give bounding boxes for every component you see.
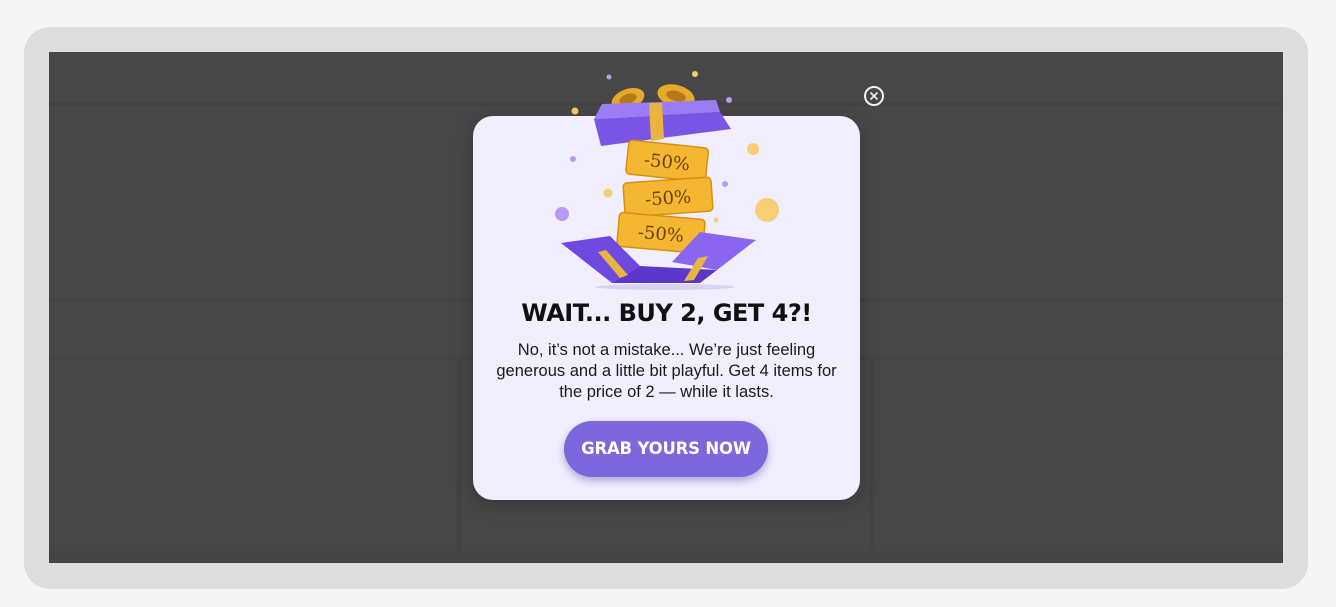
gift-box-illustration: -50% -50% -50% <box>555 71 779 290</box>
confetti-dot <box>755 198 779 222</box>
gift-ribbon <box>649 103 664 141</box>
grab-yours-now-button[interactable]: GRAB YOURS NOW <box>564 421 768 477</box>
coupon-label: -50% <box>637 222 685 247</box>
popup-headline: WAIT... BUY 2, GET 4?! <box>521 299 812 327</box>
background-column-divider <box>456 360 462 563</box>
gift-shadow <box>595 284 735 290</box>
confetti-dot <box>570 156 576 162</box>
confetti-dot <box>726 97 732 103</box>
confetti-dot <box>606 74 612 80</box>
background-footer-strip <box>49 551 1283 563</box>
confetti-dot <box>603 188 613 198</box>
close-button[interactable] <box>864 86 884 106</box>
confetti-dot <box>747 143 759 155</box>
confetti-dot <box>713 217 719 223</box>
coupon-label: -50% <box>644 186 691 210</box>
close-icon <box>869 91 879 101</box>
background-column-divider <box>869 360 875 563</box>
confetti-dot <box>722 181 728 187</box>
confetti-dot <box>571 107 579 115</box>
confetti-dot <box>555 207 569 221</box>
popup-body-text: No, it’s not a mistake... We’re just fee… <box>496 341 837 401</box>
confetti-dot <box>692 71 698 77</box>
